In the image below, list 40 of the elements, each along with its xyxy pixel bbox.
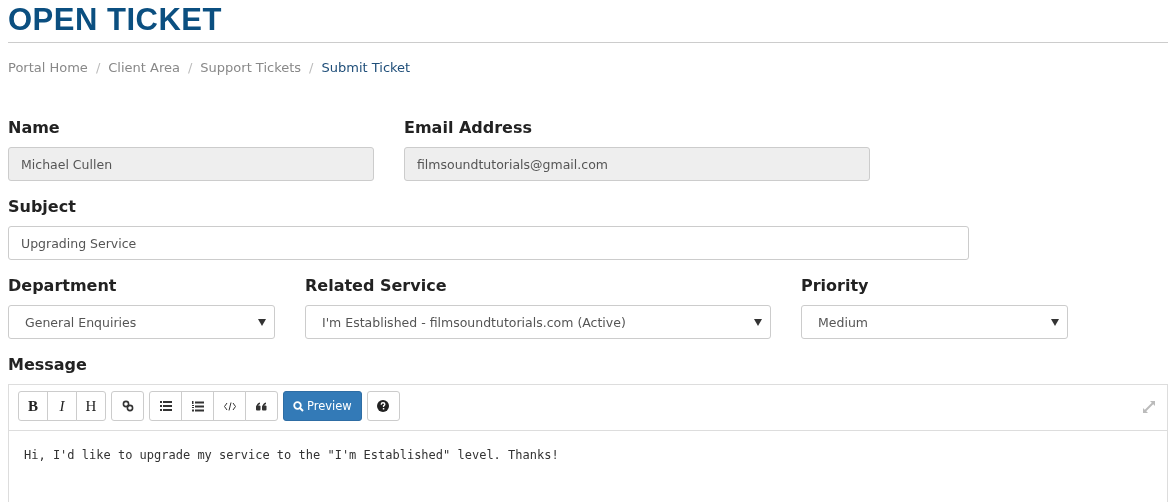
field-label: Email Address <box>404 118 532 138</box>
breadcrumb-separator: / <box>309 60 314 76</box>
breadcrumb-link[interactable]: Submit Ticket <box>321 60 411 76</box>
numbered-list-icon <box>191 400 204 412</box>
message-editor[interactable]: B I H Preview Hi, I'd like to upgrade my service to the "I'm Established" level. Thanks! <box>8 384 1168 502</box>
toolbar-button[interactable] <box>149 391 182 421</box>
caret-icon <box>1051 318 1059 326</box>
breadcrumb-separator: / <box>95 60 101 76</box>
bulleted-list-icon <box>159 401 172 411</box>
field-label: Name <box>8 118 60 138</box>
link-icon <box>121 400 134 412</box>
dropdown[interactable]: I'm Established - filmsoundtutorials.com (Active) <box>305 305 771 339</box>
dropdown[interactable]: General Enquiries <box>8 305 275 339</box>
message-text: Hi, I'd like to upgrade my service to the "I'm Established" level. Thanks! <box>23 447 560 464</box>
field-label: Department <box>8 276 117 296</box>
toolbar-button[interactable] <box>181 391 214 421</box>
bold-button[interactable]: B <box>18 391 48 421</box>
breadcrumb-link[interactable]: Support Tickets <box>200 60 302 76</box>
code-icon <box>223 401 236 411</box>
text-field[interactable]: Upgrading Service <box>8 226 969 260</box>
caret-icon <box>258 318 266 326</box>
search-icon <box>293 400 304 412</box>
field-label: Priority <box>801 276 869 296</box>
breadcrumb-separator: / <box>187 60 193 76</box>
breadcrumb-link[interactable]: Client Area <box>108 60 180 76</box>
caret-icon <box>754 318 762 326</box>
dropdown[interactable]: Medium <box>801 305 1068 339</box>
toolbar-button[interactable] <box>111 391 144 421</box>
heading-button[interactable]: H <box>76 391 106 421</box>
help-icon <box>377 400 390 412</box>
field-label: Message <box>8 355 87 375</box>
toolbar-button[interactable] <box>366 391 400 421</box>
page-title: OPEN TICKET <box>8 1 222 38</box>
field-label: Subject <box>8 197 76 217</box>
quote-icon <box>256 401 267 411</box>
field-label: Related Service <box>305 276 447 296</box>
italic-button[interactable]: I <box>47 391 77 421</box>
breadcrumb-link[interactable]: Portal Home <box>8 60 88 76</box>
toolbar-button[interactable] <box>245 391 278 421</box>
preview-button[interactable]: Preview <box>283 391 362 421</box>
